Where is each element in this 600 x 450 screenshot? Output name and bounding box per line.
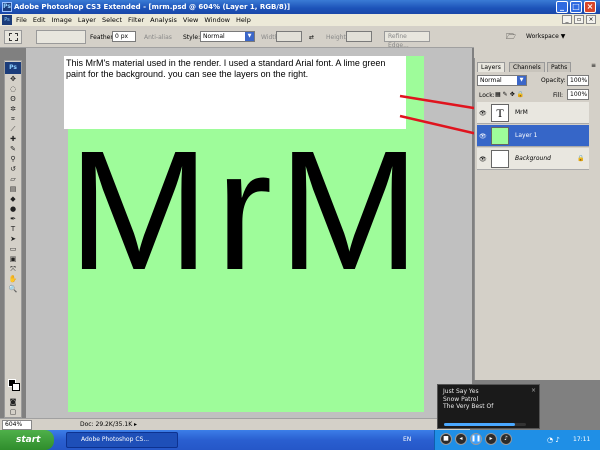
- tab-channels[interactable]: Channels: [509, 62, 545, 72]
- layer-name: Layer 1: [515, 132, 538, 139]
- fill-input[interactable]: 100%: [567, 89, 589, 100]
- stop-icon[interactable]: ■: [440, 433, 452, 445]
- lock-icon: 🔒: [577, 155, 585, 162]
- close-icon[interactable]: ×: [531, 387, 536, 395]
- media-player-popup: Just Say Yes Snow Patrol The Very Best O…: [437, 384, 540, 429]
- media-controls: ■ ◂ ❚❚ ▸ ♪: [440, 433, 512, 445]
- layer-name: Background: [515, 155, 551, 162]
- layers-panel: Layers Channels Paths ≡ Normal ▼ Opacity:…: [474, 58, 600, 380]
- lock-icons[interactable]: ▦✎✥🔒: [495, 91, 526, 98]
- next-track-icon[interactable]: ▸: [485, 433, 497, 445]
- opacity-input[interactable]: 100%: [567, 75, 589, 86]
- chevron-down-icon: ▼: [517, 76, 526, 85]
- doc-size-info: Doc: 29.2K/35.1K: [80, 421, 133, 428]
- blend-mode-value: Normal: [480, 77, 502, 84]
- taskbar-item-photoshop[interactable]: Adobe Photoshop CS...: [66, 432, 178, 448]
- eye-icon[interactable]: 👁: [479, 156, 487, 163]
- layer-thumbnail: [491, 150, 509, 168]
- seek-bar[interactable]: [444, 423, 526, 426]
- tab-paths[interactable]: Paths: [547, 62, 572, 72]
- track-album: The Very Best Of: [443, 403, 494, 410]
- clock[interactable]: 17:11: [573, 430, 590, 450]
- eye-icon[interactable]: 👁: [479, 133, 487, 140]
- track-title: Just Say Yes: [443, 388, 479, 395]
- status-bar: 604% Doc: 29.2K/35.1K ▸: [0, 418, 470, 430]
- language-indicator[interactable]: EN: [403, 430, 411, 450]
- layer-name: MrM: [515, 109, 528, 116]
- pause-icon[interactable]: ❚❚: [470, 433, 482, 445]
- layer-row-text[interactable]: 👁 T MrM: [477, 102, 589, 124]
- panel-menu-icon[interactable]: ≡: [591, 62, 596, 69]
- track-artist: Snow Patrol: [443, 395, 479, 403]
- seek-bar-fill: [444, 423, 516, 426]
- layer-thumbnail: [491, 127, 509, 145]
- info-menu-arrow[interactable]: ▸: [134, 419, 137, 430]
- lock-label: Lock:: [479, 92, 495, 99]
- opacity-label: Opacity:: [541, 77, 566, 84]
- prev-track-icon[interactable]: ◂: [455, 433, 467, 445]
- eye-icon[interactable]: 👁: [479, 110, 487, 117]
- layer-row-layer-1[interactable]: 👁 Layer 1: [477, 125, 589, 147]
- layer-thumbnail: T: [491, 104, 509, 122]
- fill-label: Fill:: [553, 92, 564, 99]
- tab-layers[interactable]: Layers: [477, 62, 505, 72]
- tray-icons: ◔ ♪: [547, 436, 560, 444]
- volume-icon[interactable]: ♪: [500, 433, 512, 445]
- blend-mode-select[interactable]: Normal ▼: [477, 75, 527, 86]
- start-button[interactable]: start: [0, 430, 54, 450]
- layer-row-background[interactable]: 👁 Background 🔒: [477, 148, 589, 170]
- zoom-field[interactable]: 604%: [2, 420, 32, 430]
